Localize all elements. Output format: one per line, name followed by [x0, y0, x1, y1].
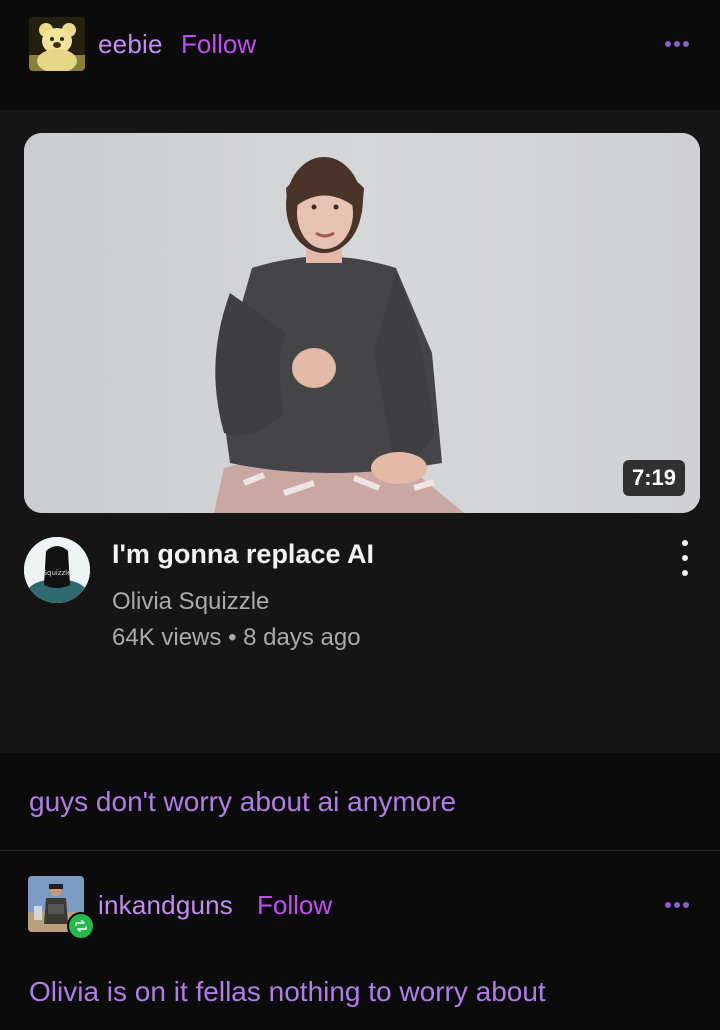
reblog-more-options-icon[interactable] [661, 898, 693, 912]
more-options-icon[interactable] [661, 37, 693, 51]
video-embed: 7:19 Squizzle I'm gonna replace AI Olivi… [0, 110, 720, 753]
meta-separator: • [228, 624, 237, 651]
post-username[interactable]: eebie [98, 29, 163, 60]
reblogger-username[interactable]: inkandguns [98, 890, 233, 921]
user-avatar[interactable] [29, 17, 85, 71]
post-header: eebie Follow [0, 0, 720, 110]
video-title[interactable]: I'm gonna replace AI [112, 539, 374, 570]
teddy-bear-avatar-image [29, 17, 85, 71]
video-meta: 64K views • 8 days ago [112, 624, 361, 652]
divider [0, 850, 720, 851]
reblog-arrows-icon [75, 920, 87, 932]
reblog-icon [67, 912, 95, 940]
follow-button[interactable]: Follow [181, 29, 256, 60]
upload-age: 8 days ago [243, 624, 361, 651]
post-caption: guys don't worry about ai anymore [29, 786, 457, 817]
video-thumbnail[interactable]: 7:19 [24, 133, 700, 513]
reblogger-follow-button[interactable]: Follow [257, 890, 332, 921]
channel-name[interactable]: Olivia Squizzle [112, 588, 269, 616]
view-count: 64K views [112, 624, 222, 651]
video-more-icon[interactable] [676, 540, 694, 576]
reblog-text: Olivia is on it fellas nothing to worry … [29, 976, 546, 1007]
channel-avatar[interactable]: Squizzle [24, 537, 90, 603]
channel-avatar-image: Squizzle [24, 537, 90, 603]
video-thumbnail-image [24, 133, 700, 513]
video-duration-badge: 7:19 [622, 460, 685, 496]
channel-avatar-text: Squizzle [43, 569, 72, 577]
